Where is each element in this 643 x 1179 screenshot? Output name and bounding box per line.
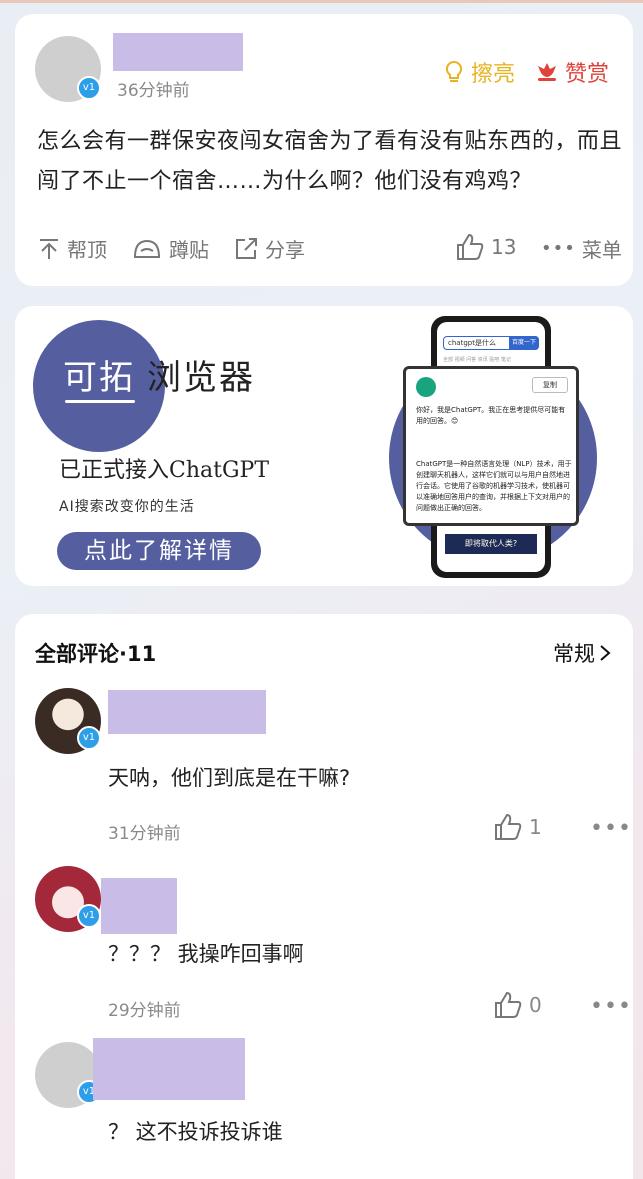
comment-text: ？ 这不投诉投诉谁: [108, 1120, 283, 1144]
thumbs-up-icon: [457, 233, 484, 260]
helmet-icon: [133, 239, 161, 258]
phone-banner: 即将取代人类?: [445, 534, 537, 554]
squat-label: 蹲贴: [169, 238, 209, 262]
phone-search-button: 百度一下: [509, 336, 539, 350]
comment-text: 天呐，他们到底是在干嘛?: [108, 766, 351, 790]
post-body: 怎么会有一群保安夜闯女宿舍为了看有没有贴东西的，而且闯了不止一个宿舍……为什么啊…: [37, 129, 623, 194]
top-accent-line: [0, 0, 643, 3]
copy-button: 复制: [532, 377, 568, 393]
reward-label: 赞赏: [565, 62, 610, 87]
comment-more-icon[interactable]: •••: [590, 994, 632, 1019]
popup-greeting: 你好，我是ChatGPT。我正在思考提供尽可能有用的回答。😊: [416, 406, 566, 425]
comment-author-name[interactable]: [101, 878, 177, 934]
top-button[interactable]: 帮顶: [37, 234, 107, 263]
share-icon: [236, 237, 257, 259]
phone-search-text: chatgpt是什么: [448, 339, 496, 347]
comment-author-name[interactable]: [93, 1038, 245, 1100]
menu-button[interactable]: ••• 菜单: [541, 234, 622, 263]
polish-label: 擦亮: [471, 62, 516, 87]
comment-time: 29分钟前: [108, 1001, 181, 1021]
top-label: 帮顶: [67, 238, 107, 262]
more-dots-icon: •••: [541, 238, 576, 259]
popup-description: ChatGPT是一种自然语言处理（NLP）技术，用于创建聊天机器人，这样它们就可…: [416, 460, 572, 512]
comment-time: 31分钟前: [108, 824, 181, 844]
post-time: 36分钟前: [117, 81, 190, 101]
comment-like-count: 1: [529, 815, 542, 839]
ad-tagline: AI搜索改变你的生活: [59, 499, 195, 515]
verified-badge: v1: [77, 904, 101, 928]
comment-author-name[interactable]: [108, 690, 266, 734]
browser-logo: 可拓: [33, 320, 165, 452]
share-label: 分享: [265, 238, 305, 262]
menu-label: 菜单: [581, 238, 622, 262]
comment-like-count: 0: [529, 993, 542, 1017]
share-button[interactable]: 分享: [233, 234, 305, 263]
arrow-up-icon: [40, 238, 58, 259]
chevron-right-icon: [600, 645, 611, 661]
ad-learn-more-button[interactable]: 点此了解详情: [57, 532, 261, 570]
reward-button[interactable]: 赞赏: [535, 56, 609, 88]
comment-like-button[interactable]: 0: [493, 990, 542, 1020]
verified-badge: v1: [77, 726, 101, 750]
phone-search-box: chatgpt是什么 百度一下: [443, 336, 539, 350]
ad-title: 浏览器: [147, 358, 255, 398]
comments-section: 全部评论·11 常规 v1 天呐，他们到底是在干嘛? 31分钟前 1 ••• v…: [15, 614, 633, 1179]
like-button[interactable]: 13: [455, 232, 516, 262]
thumbs-up-icon: [495, 813, 522, 840]
comment-like-button[interactable]: 1: [493, 812, 542, 842]
post-author-name[interactable]: [113, 33, 243, 71]
logo-underline: [65, 400, 135, 403]
polish-button[interactable]: 擦亮: [443, 56, 515, 88]
chatgpt-icon: [416, 377, 436, 397]
chatgpt-popup: 复制 你好，我是ChatGPT。我正在思考提供尽可能有用的回答。😊 ChatGP…: [403, 366, 579, 526]
comments-header: 全部评论·11: [35, 642, 157, 666]
ad-subtitle: 已正式接入ChatGPT: [59, 458, 270, 483]
comment-more-icon[interactable]: •••: [590, 816, 632, 841]
squat-button[interactable]: 蹲贴: [131, 234, 209, 263]
comment-text: ？？？ 我操咋回事啊: [108, 942, 304, 966]
logo-text: 可拓: [63, 358, 135, 398]
sort-label: 常规: [553, 642, 595, 666]
sort-selector[interactable]: 常规: [553, 638, 611, 668]
thumbs-up-icon: [495, 991, 522, 1018]
flower-icon: [538, 63, 556, 81]
verified-badge: v1: [77, 76, 101, 100]
like-count: 13: [491, 235, 517, 259]
lightbulb-icon: [445, 60, 463, 82]
ad-banner[interactable]: 可拓 浏览器 已正式接入ChatGPT AI搜索改变你的生活 点此了解详情 ch…: [15, 306, 633, 586]
post-card: v1 36分钟前 擦亮 赞赏 怎么会有一群保安夜闯女宿舍为了看有没有贴东西的，而…: [15, 14, 633, 286]
phone-tabs: 全部 视频 问答 资讯 贴吧 笔记: [443, 357, 511, 363]
